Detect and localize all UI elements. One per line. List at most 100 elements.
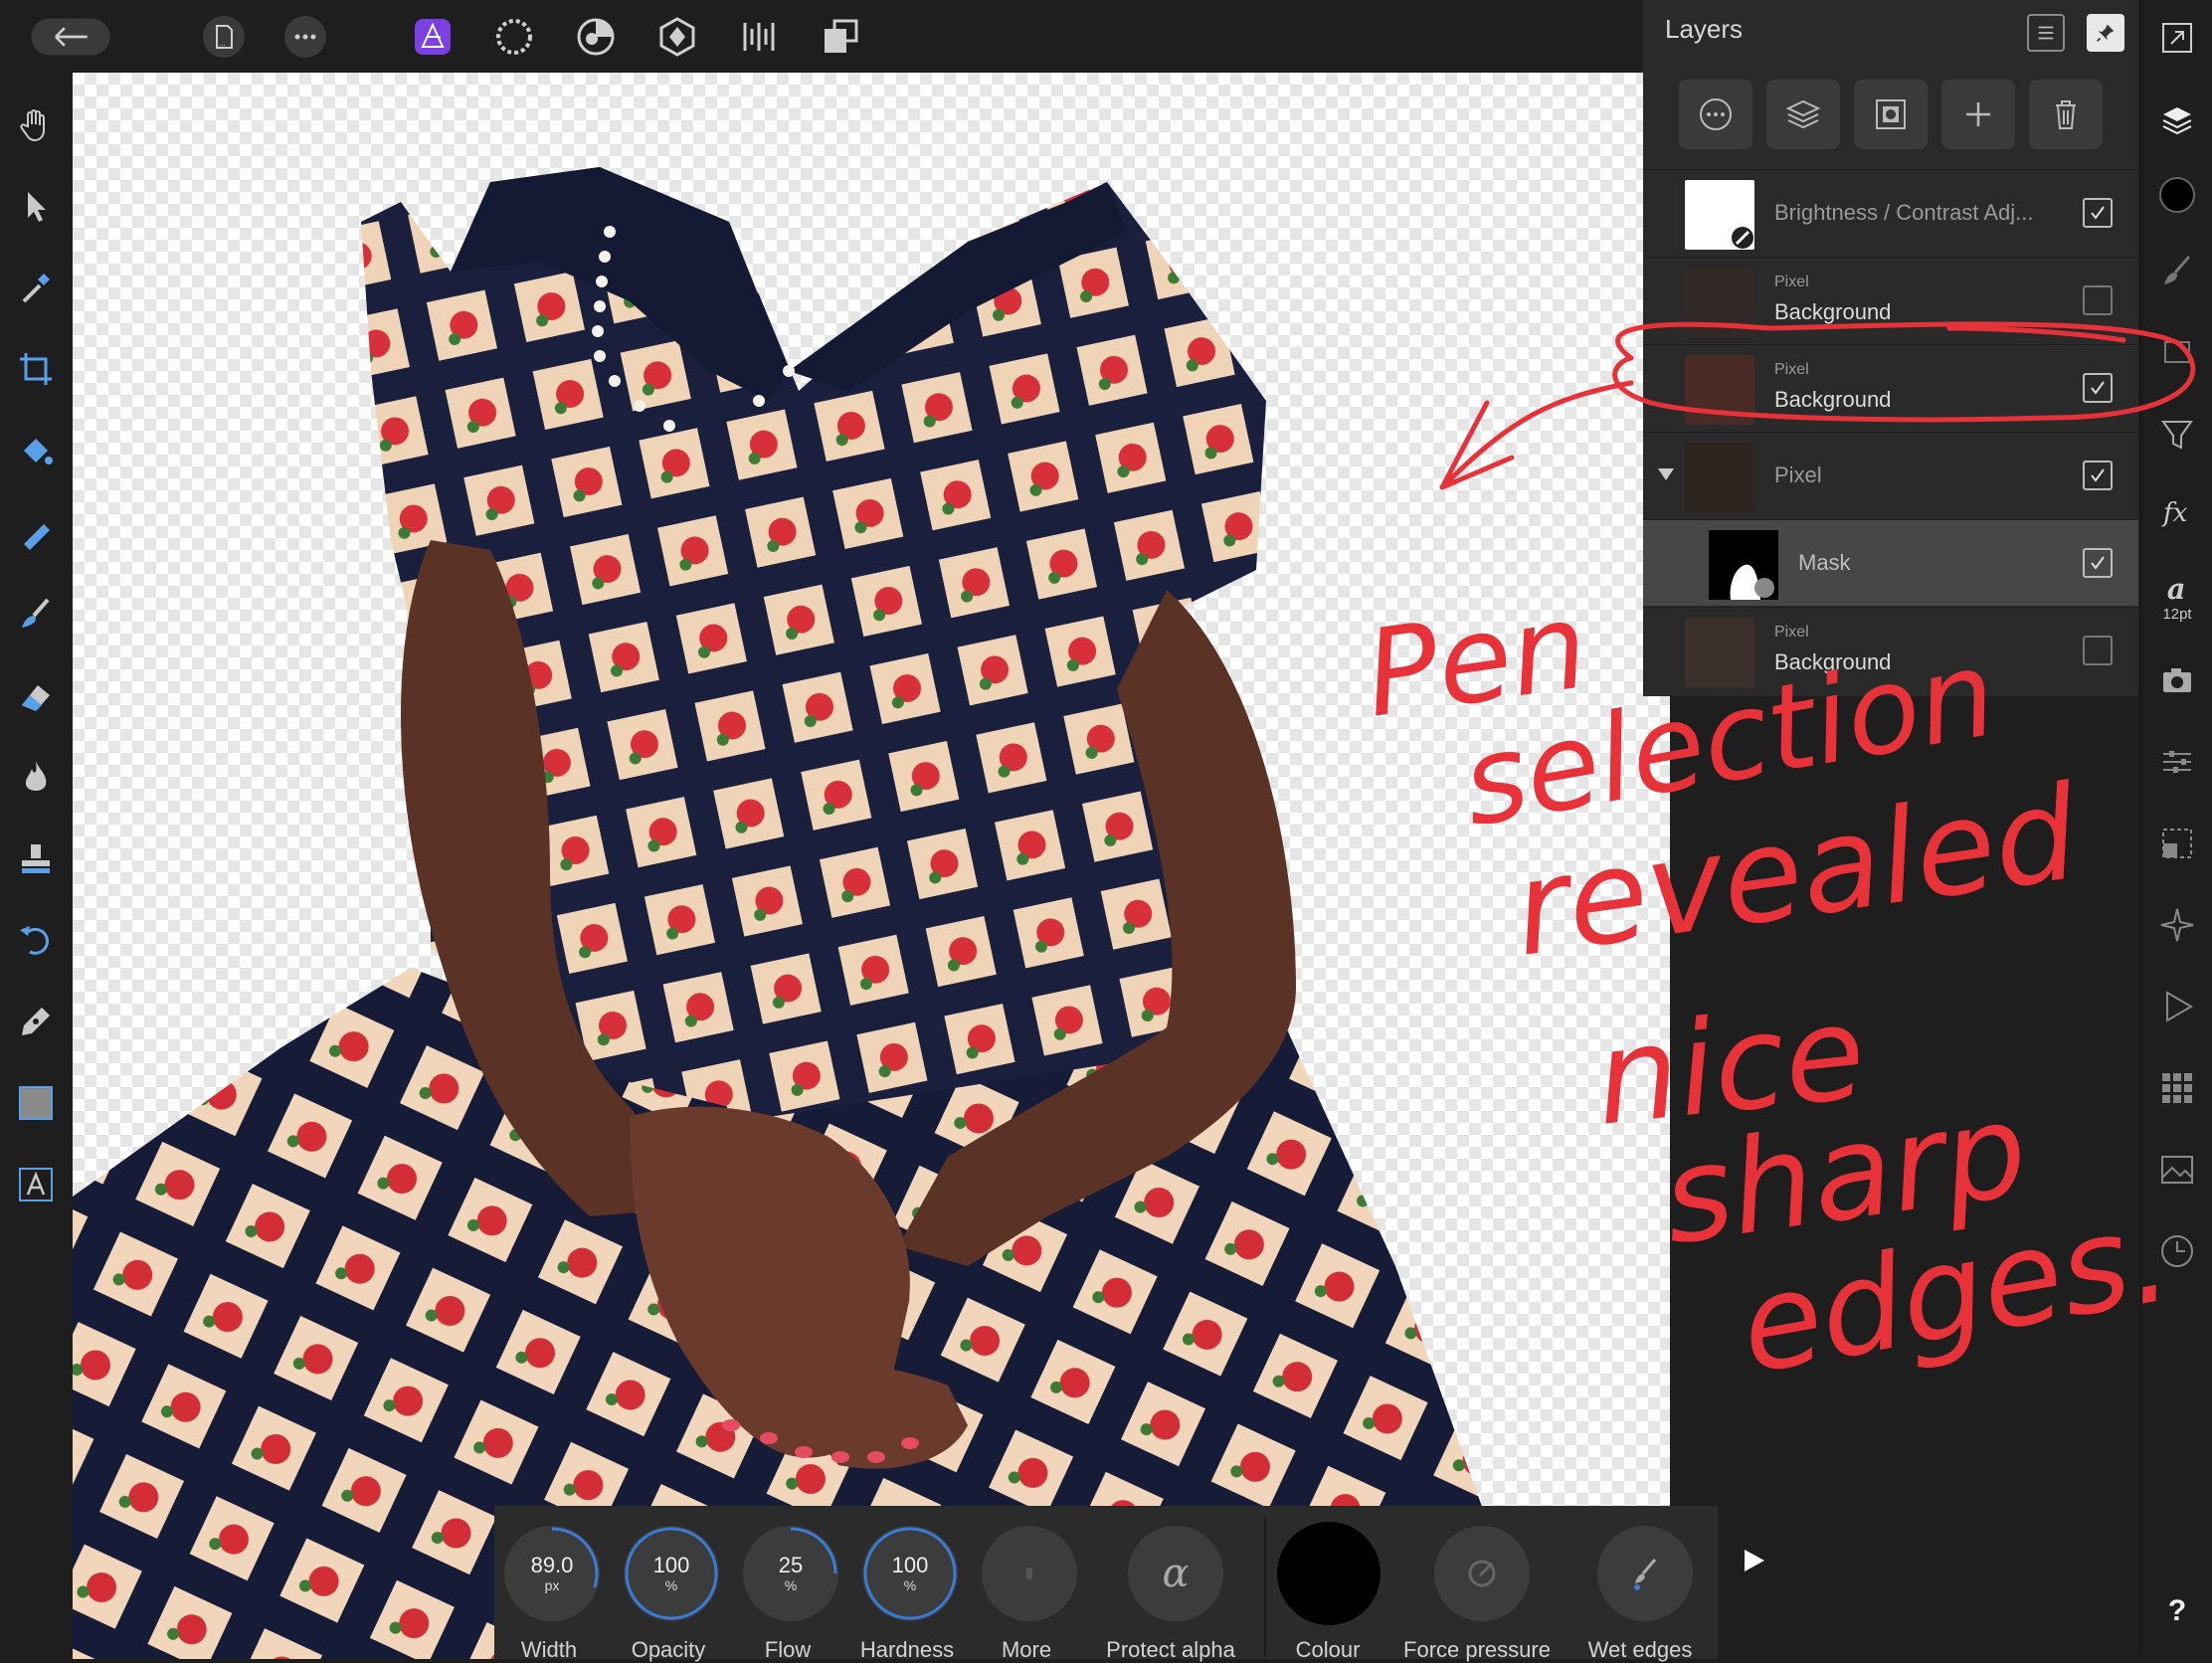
photo-persona-icon[interactable] (408, 12, 458, 62)
protect-alpha-icon[interactable]: α (1128, 1526, 1223, 1621)
width-dial[interactable]: 89.0 px (504, 1526, 600, 1621)
context-toolbar: 89.0 px Width 100 % Opacity 25 % Flow 10… (494, 1506, 1718, 1662)
pen-icon[interactable] (10, 996, 62, 1047)
clone-stamp-icon[interactable] (10, 832, 62, 884)
flow-dial[interactable]: 25 % (743, 1526, 838, 1621)
top-toolbar: ... (0, 0, 877, 73)
colour-swatch[interactable] (1277, 1522, 1381, 1625)
add-layer-icon[interactable] (1941, 80, 2015, 149)
macros-studio-icon[interactable] (2153, 983, 2201, 1030)
wet-edges-icon[interactable] (1597, 1526, 1693, 1621)
layer-row-brightness-contrast[interactable]: Brightness / Contrast Adj... (1643, 169, 2138, 256)
layer-visibility-checkbox[interactable] (2083, 373, 2113, 403)
layer-row-background-2[interactable]: Pixel Background (1643, 344, 2138, 431)
force-pressure-control[interactable]: Force pressure (1403, 1516, 1551, 1662)
layer-row-background-3[interactable]: Pixel Background (1643, 607, 2138, 693)
hardness-dial[interactable]: 100 % (862, 1526, 958, 1621)
move-icon[interactable] (10, 180, 62, 232)
document-icon[interactable]: ... (199, 12, 249, 62)
develop-persona-icon[interactable] (571, 12, 621, 62)
layer-stack-icon[interactable] (1766, 80, 1840, 149)
play-arrow-icon[interactable] (1739, 1546, 1768, 1575)
layer-name: Mask (1798, 550, 1851, 575)
layer-thumbnail (1685, 443, 1754, 512)
layer-name: Background (1774, 649, 1892, 674)
hardness-control[interactable]: 100 % Hardness (852, 1516, 962, 1662)
layers-title: Layers (1665, 14, 1744, 44)
pin-icon[interactable] (2087, 14, 2124, 52)
export-persona-icon[interactable] (734, 12, 784, 62)
svg-text:...: ... (219, 39, 226, 48)
stock-studio-icon[interactable] (2153, 328, 2201, 376)
colour-label: Colour (1295, 1637, 1361, 1662)
burn-icon[interactable] (10, 751, 62, 803)
layer-visibility-checkbox[interactable] (2083, 636, 2113, 665)
layer-name: Background (1774, 299, 1892, 324)
text-size-label: 12pt (2162, 605, 2192, 623)
hand-icon[interactable] (10, 98, 62, 150)
brushes-studio-icon[interactable] (2153, 247, 2201, 294)
more-brush-icon[interactable] (982, 1526, 1077, 1621)
panel-menu-icon[interactable] (2027, 14, 2065, 52)
sliders-studio-icon[interactable] (2153, 738, 2201, 786)
layer-thumbnail (1685, 355, 1754, 425)
photo-studio-icon[interactable] (2153, 1146, 2201, 1194)
paint-brush-icon[interactable] (10, 588, 62, 640)
blend-options-icon[interactable] (1679, 80, 1752, 149)
liquify-persona-icon[interactable] (489, 12, 539, 62)
back-arrow-icon[interactable] (24, 12, 117, 62)
more-label: More (1001, 1637, 1052, 1662)
layer-visibility-checkbox[interactable] (2083, 461, 2113, 490)
selection-brush-icon[interactable] (10, 506, 62, 558)
erase-brush-icon[interactable] (10, 669, 62, 721)
layer-row-background-1[interactable]: Pixel Background (1643, 257, 2138, 343)
delete-layer-icon[interactable] (2029, 80, 2103, 149)
colour-control[interactable]: Colour (1273, 1516, 1382, 1662)
history-studio-icon[interactable] (2153, 1227, 2201, 1275)
layer-visibility-checkbox[interactable] (2083, 198, 2113, 228)
wet-edges-control[interactable]: Wet edges (1585, 1516, 1695, 1662)
colour-studio-icon[interactable] (2153, 171, 2201, 219)
flood-fill-icon[interactable] (10, 425, 62, 476)
layer-row-pixel-group[interactable]: Pixel (1643, 432, 2138, 518)
width-control[interactable]: 89.0 px Width (494, 1516, 604, 1662)
effects-studio-icon[interactable]: fx (2153, 487, 2201, 535)
transform-studio-icon[interactable] (2153, 820, 2201, 867)
expand-triangle-icon[interactable] (1655, 462, 1677, 489)
adjustments-studio-icon[interactable] (2153, 410, 2201, 458)
divider (1264, 1518, 1266, 1657)
alpha-glyph: α (1162, 1551, 1190, 1596)
photo-subject (73, 167, 1485, 1659)
navigator-studio-icon[interactable] (2153, 901, 2201, 949)
layer-row-mask[interactable]: Mask (1643, 519, 2138, 606)
tools-panel (0, 73, 73, 1659)
tone-mapping-persona-icon[interactable] (652, 12, 702, 62)
mask-layer-icon[interactable] (1854, 80, 1928, 149)
protect-alpha-control[interactable]: α Protect alpha (1106, 1516, 1235, 1662)
layers-studio-icon[interactable] (2153, 95, 2201, 143)
layer-visibility-checkbox[interactable] (2083, 285, 2113, 315)
camera-studio-icon[interactable] (2153, 656, 2201, 704)
svg-text:fx: fx (2161, 498, 2188, 528)
undo-brush-icon[interactable] (10, 914, 62, 966)
layers-panel: Layers Brightness / Contrast Adj... Pixe… (1643, 0, 2138, 696)
document-canvas[interactable] (73, 73, 1670, 1659)
rectangle-icon[interactable] (10, 1077, 62, 1129)
more-control[interactable]: More (972, 1516, 1081, 1662)
opacity-control[interactable]: 100 % Opacity (614, 1516, 723, 1662)
color-picker-icon[interactable] (10, 262, 62, 313)
layer-kind: Pixel (1774, 624, 1809, 641)
more-icon[interactable] (280, 12, 330, 62)
layer-visibility-checkbox[interactable] (2083, 548, 2113, 578)
force-pressure-label: Force pressure (1403, 1637, 1551, 1662)
share-icon[interactable] (816, 12, 865, 62)
force-pressure-icon[interactable] (1434, 1526, 1530, 1621)
text-styles-studio-icon[interactable]: a 12pt (2153, 567, 2201, 627)
crop-icon[interactable] (10, 343, 62, 395)
help-icon[interactable]: ? (2153, 1587, 2201, 1635)
text-icon[interactable] (10, 1159, 62, 1210)
swatches-studio-icon[interactable] (2153, 1064, 2201, 1112)
flow-control[interactable]: 25 % Flow (733, 1516, 842, 1662)
opacity-dial[interactable]: 100 % (624, 1526, 719, 1621)
expand-icon[interactable] (2153, 14, 2201, 62)
